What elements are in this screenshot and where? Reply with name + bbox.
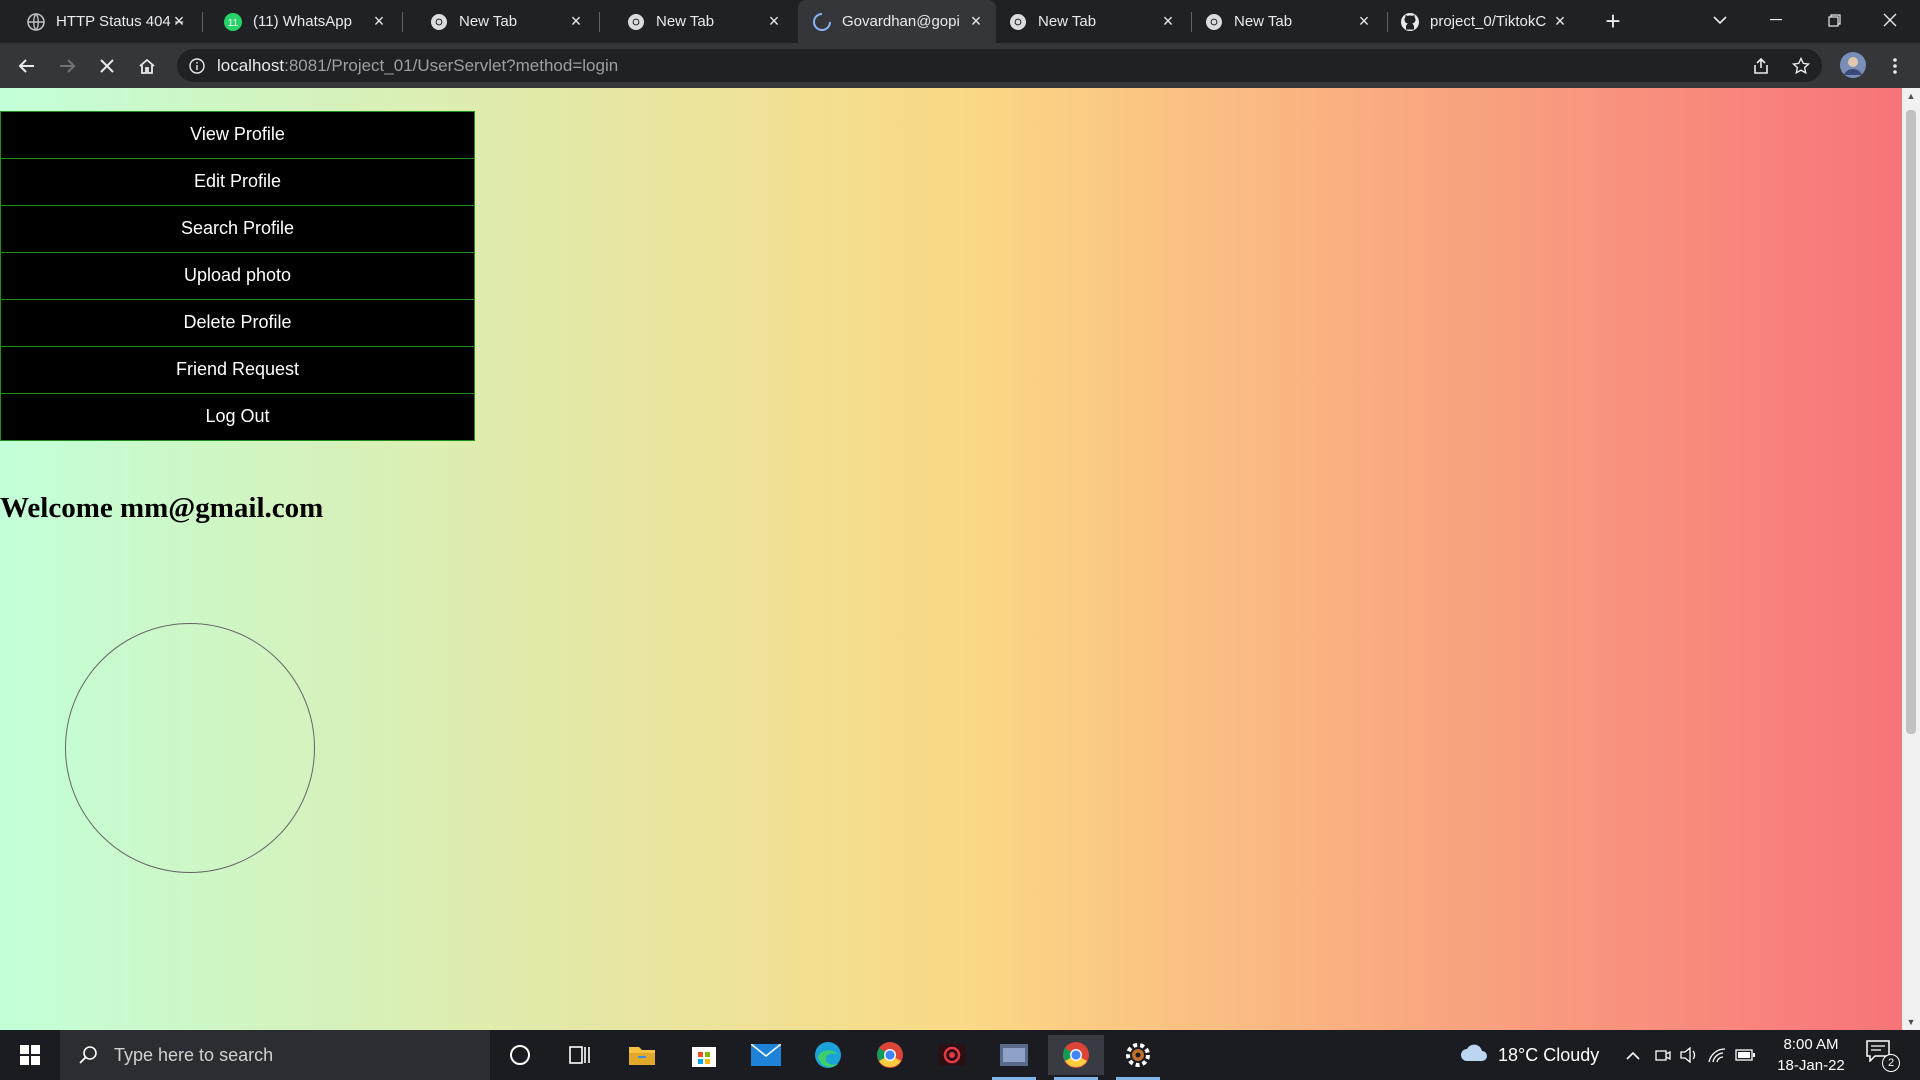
taskbar-clock[interactable]: 8:00 AM 18-Jan-22 [1766,1034,1856,1076]
tab-whatsapp[interactable]: 11 (11) WhatsApp × [203,0,403,43]
stop-loading-button[interactable] [92,51,122,81]
chrome-taskbar-icon[interactable] [862,1035,918,1075]
search-icon [76,1043,100,1067]
bookmark-star-icon[interactable] [1790,55,1812,77]
tab-search-chevron-icon[interactable] [1692,0,1748,40]
friend-request-link[interactable]: Friend Request [0,346,475,394]
whatsapp-icon: 11 [223,12,243,32]
welcome-heading: Welcome mm@gmail.com [0,492,324,524]
tab-title: project_0/TiktokC [1430,13,1547,30]
edge-icon[interactable] [800,1035,856,1075]
tab-govardhan-active[interactable]: Govardhan@gopi × [798,0,996,43]
delete-profile-link[interactable]: Delete Profile [0,299,475,347]
tab-title: (11) WhatsApp [253,13,352,30]
mail-icon[interactable] [738,1035,794,1075]
new-tab-button[interactable]: + [1599,8,1627,36]
edit-profile-link[interactable]: Edit Profile [0,158,475,206]
system-tray-icons [1622,1030,1758,1080]
tab-github-project[interactable]: project_0/TiktokC × [1388,0,1584,43]
close-icon[interactable]: × [1158,11,1178,31]
close-icon[interactable]: × [169,11,189,31]
taskbar-search-box[interactable]: Type here to search [60,1030,490,1080]
chrome-icon [429,12,449,32]
clock-date: 18-Jan-22 [1777,1057,1845,1074]
weather-text: 18°C Cloudy [1498,1044,1600,1065]
browser-toolbar: localhost:8081/Project_01/UserServlet?me… [0,43,1920,88]
tab-http-404[interactable]: HTTP Status 404 – × [0,0,203,43]
tab-new-tab[interactable]: New Tab × [600,0,798,43]
wifi-icon[interactable] [1702,1047,1732,1063]
svg-text:11: 11 [228,18,239,29]
log-out-link[interactable]: Log Out [0,393,475,441]
more-menu-icon[interactable] [1884,55,1906,77]
sql-app-icon[interactable] [986,1035,1042,1080]
settings-gear-icon[interactable] [1110,1035,1166,1080]
file-explorer-icon[interactable] [614,1035,670,1075]
windows-taskbar: Type here to search 18°C Cloudy 8:00 AM … [0,1030,1920,1080]
share-icon[interactable] [1750,55,1772,77]
close-icon[interactable]: × [764,11,784,31]
url-text: localhost:8081/Project_01/UserServlet?me… [217,56,618,76]
search-placeholder: Type here to search [114,1044,274,1065]
profile-avatar-icon[interactable] [1838,50,1868,80]
url-path: :8081/Project_01/UserServlet?method=logi… [284,55,619,75]
tab-strip: HTTP Status 404 – × 11 (11) WhatsApp × N… [0,0,1920,43]
notification-center-button[interactable]: 2 [1866,1040,1900,1072]
notification-badge: 2 [1882,1054,1900,1072]
tab-new-tab[interactable]: New Tab × [996,0,1192,43]
profile-menu: View Profile Edit Profile Search Profile… [0,111,475,441]
cloud-icon [1460,1043,1488,1068]
tab-new-tab[interactable]: New Tab × [1192,0,1388,43]
show-hidden-icons-chevron-icon[interactable] [1622,1051,1644,1060]
forward-button[interactable] [52,51,82,81]
close-icon[interactable]: × [966,11,986,31]
close-window-button[interactable] [1862,0,1918,40]
meet-now-icon[interactable] [1650,1047,1676,1063]
upload-photo-link[interactable]: Upload photo [0,252,475,300]
profile-photo [65,623,315,873]
tab-title: New Tab [1038,13,1097,30]
scroll-down-arrow-icon[interactable]: ▼ [1902,1014,1920,1030]
chrome-icon [626,12,646,32]
close-icon[interactable]: × [566,11,586,31]
close-icon[interactable]: × [369,11,389,31]
cortana-icon[interactable] [492,1035,548,1075]
tab-title: New Tab [1234,13,1293,30]
scroll-thumb[interactable] [1906,110,1916,734]
minimize-button[interactable] [1748,0,1804,40]
weather-widget[interactable]: 18°C Cloudy [1460,1030,1599,1080]
globe-icon [26,12,46,32]
chrome-active-taskbar-icon[interactable] [1048,1035,1104,1080]
home-button[interactable] [132,51,162,81]
github-icon [1400,12,1420,32]
address-bar[interactable]: localhost:8081/Project_01/UserServlet?me… [177,49,1822,82]
tab-title: Govardhan@gopi [842,13,960,30]
chrome-icon [1008,12,1028,32]
task-view-icon[interactable] [552,1035,608,1075]
back-button[interactable] [12,51,42,81]
close-icon[interactable]: × [1550,11,1570,31]
search-profile-link[interactable]: Search Profile [0,205,475,253]
start-button[interactable] [0,1030,60,1080]
tab-new-tab[interactable]: New Tab × [403,0,600,43]
battery-icon[interactable] [1732,1049,1758,1061]
microsoft-store-icon[interactable] [676,1035,732,1075]
site-info-icon[interactable] [187,56,207,76]
chrome-icon [1204,12,1224,32]
url-host: localhost [217,55,285,75]
close-icon[interactable]: × [1354,11,1374,31]
loading-spinner-icon [812,12,832,32]
tab-title: HTTP Status 404 – [56,13,184,30]
clock-time: 8:00 AM [1783,1036,1839,1053]
scroll-up-arrow-icon[interactable]: ▲ [1902,88,1920,104]
page-viewport: View Profile Edit Profile Search Profile… [0,88,1920,1030]
screen-recorder-icon[interactable] [924,1035,980,1075]
vertical-scrollbar[interactable]: ▲ ▼ [1902,88,1920,1030]
view-profile-link[interactable]: View Profile [0,111,475,159]
volume-icon[interactable] [1676,1047,1702,1063]
restore-button[interactable] [1806,0,1862,40]
